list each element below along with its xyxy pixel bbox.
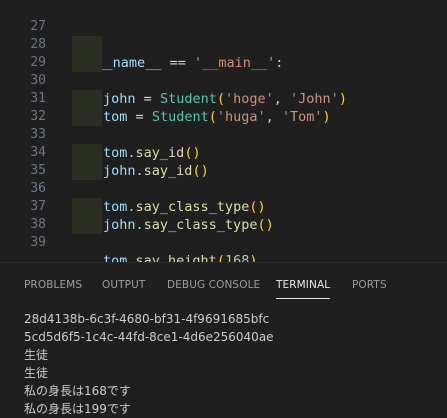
tab-ports[interactable]: PORTS	[352, 279, 387, 291]
code-line[interactable]: 35 tom.say_class_type()	[0, 144, 447, 215]
panel-tab-bar: PROBLEMS OUTPUT DEBUG CONSOLE TERMINAL P…	[0, 262, 447, 310]
identifier: tom	[103, 253, 128, 262]
code-line[interactable]: 29 john = Student('hoge', 'John')	[0, 36, 447, 107]
indent-guide	[72, 36, 102, 54]
code-editor[interactable]: 27 28 if __name__ == '__main__': 29 john…	[0, 0, 447, 262]
terminal-line: 私の身長は168です	[24, 384, 131, 398]
code-line[interactable]: 30 tom = Student('huga', 'Tom')	[0, 54, 447, 125]
number-literal: 168	[224, 253, 250, 262]
indent-guide	[72, 108, 102, 126]
terminal-line: 28d4138b-6c3f-4680-bf31-4f9691685bfc	[24, 312, 270, 326]
code-text: tom.say_height(168)	[103, 252, 257, 262]
line-number: 39	[30, 235, 46, 250]
dot: .	[127, 253, 136, 262]
paren: )	[249, 253, 258, 262]
terminal-line: 生徒	[24, 348, 49, 362]
method-name: say_height	[135, 253, 217, 262]
tab-output[interactable]: OUTPUT	[102, 279, 145, 291]
tab-terminal[interactable]: TERMINAL	[276, 279, 330, 291]
active-tab-indicator	[276, 298, 330, 299]
code-line[interactable]: 33 john.say_id()	[0, 108, 447, 179]
code-line[interactable]: 34	[0, 126, 447, 160]
code-line[interactable]: 39 john.say_height(199)	[0, 216, 447, 250]
terminal-line: 5cd5d6f5-1c4c-44fd-8ce1-4d6e256040ae	[24, 330, 274, 344]
indent-guide	[72, 90, 102, 108]
code-line[interactable]: 32 tom.say_id()	[0, 90, 447, 161]
code-line[interactable]: 28 if __name__ == '__main__':	[0, 18, 447, 71]
code-line[interactable]: 31	[0, 72, 447, 106]
indent-guide	[72, 54, 102, 72]
indent-guide	[72, 216, 102, 234]
terminal-line: 生徒	[24, 366, 49, 380]
terminal-line: 私の身長は199です	[24, 402, 131, 416]
code-line[interactable]: 38 tom.say_height(168)	[0, 198, 447, 262]
code-line[interactable]: 36 john.say_class_type()	[0, 162, 447, 233]
indent-guide	[72, 144, 102, 162]
tab-debug-console[interactable]: DEBUG CONSOLE	[167, 279, 260, 291]
tab-problems[interactable]: PROBLEMS	[24, 279, 82, 291]
paren: (	[216, 253, 225, 262]
indent-guide	[72, 162, 102, 180]
code-line[interactable]: 27	[0, 0, 447, 34]
code-line[interactable]: 37	[0, 180, 447, 214]
indent-guide	[72, 198, 102, 216]
terminal-output[interactable]: 28d4138b-6c3f-4680-bf31-4f9691685bfc 5cd…	[0, 310, 447, 418]
